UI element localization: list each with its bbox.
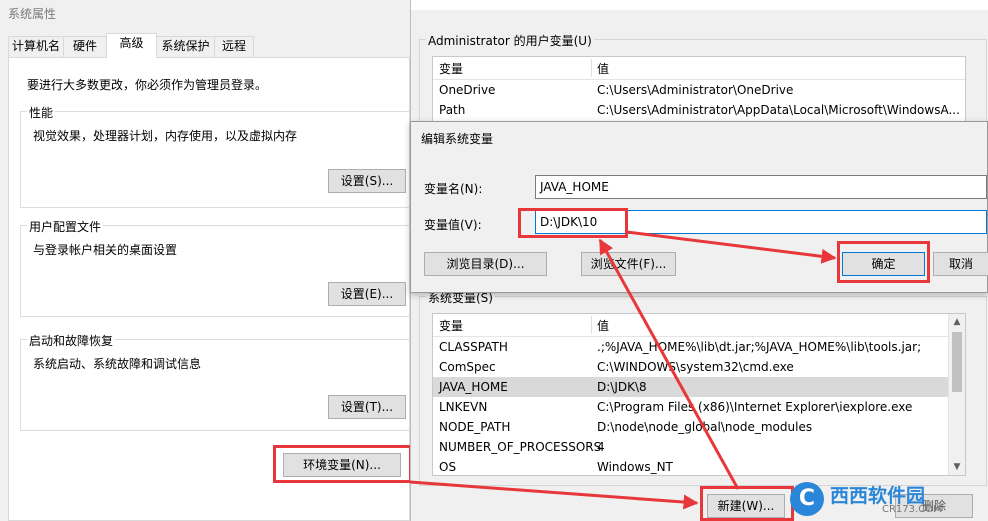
arrow-value-to-ok [626, 230, 837, 264]
annotation-arrows [409, 230, 837, 510]
watermark-logo-icon: C [790, 482, 824, 516]
watermark-url: CR173.COM [882, 504, 942, 515]
site-watermark: C 西西软件园 CR173.COM [790, 480, 980, 518]
arrow-env-to-new [409, 480, 699, 510]
arrow-new-to-value [598, 238, 740, 490]
